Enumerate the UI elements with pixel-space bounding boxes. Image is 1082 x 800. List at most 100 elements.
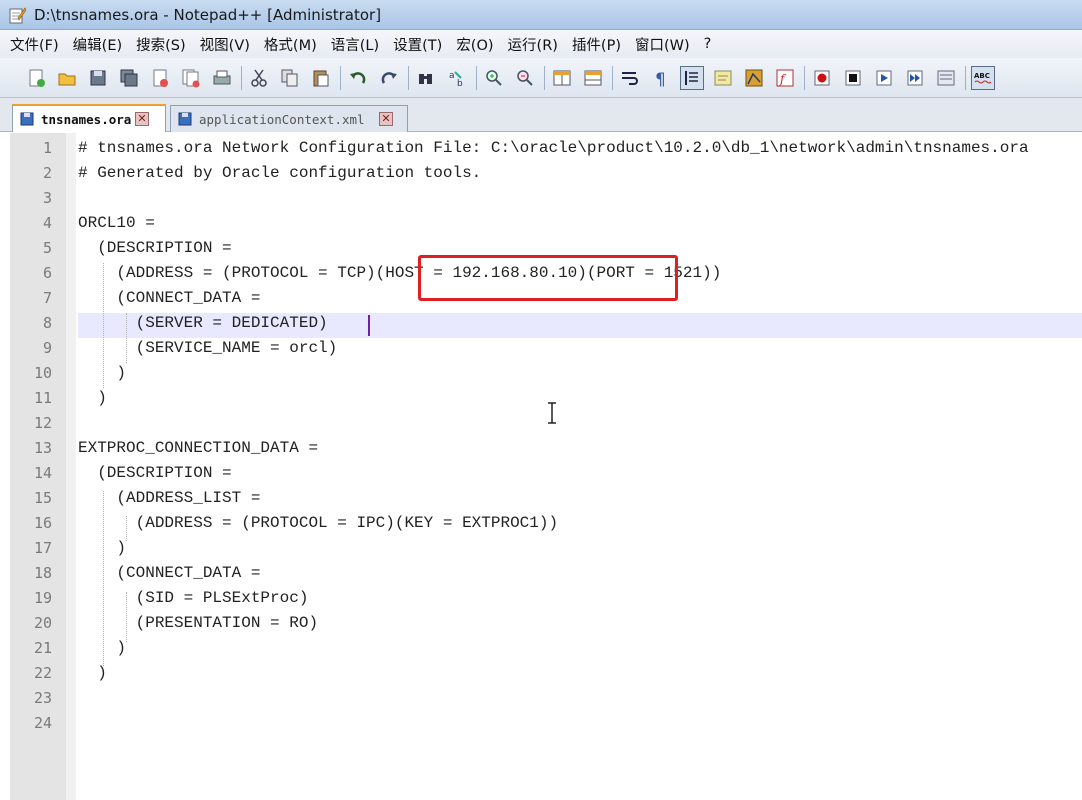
code-line[interactable]: (ADDRESS = (PROTOCOL = IPC)(KEY = EXTPRO… (78, 511, 558, 536)
toolbar-separator (544, 65, 545, 90)
user-lang-icon[interactable] (711, 66, 735, 90)
svg-text:a: a (449, 71, 455, 81)
line-number: 10 (33, 364, 52, 382)
code-line[interactable]: (PRESENTATION = RO) (78, 611, 318, 636)
window-title: D:\tnsnames.ora - Notepad++ [Administrat… (34, 5, 382, 24)
spellcheck-icon[interactable]: ABC (971, 65, 995, 90)
line-number: 9 (42, 339, 52, 357)
line-number: 15 (33, 489, 52, 507)
paste-icon[interactable] (309, 66, 333, 90)
line-number: 22 (33, 664, 52, 682)
code-line[interactable]: # Generated by Oracle configuration tool… (78, 161, 481, 186)
title-bar: D:\tnsnames.ora - Notepad++ [Administrat… (0, 0, 1082, 30)
open-file-icon[interactable] (55, 66, 79, 90)
sync-vertical-icon[interactable] (550, 66, 574, 90)
text-caret (368, 315, 370, 336)
toolbar: ab ¶ f ABC (0, 58, 1082, 98)
code-line[interactable]: # tnsnames.ora Network Configuration Fil… (78, 136, 1029, 161)
code-line[interactable]: ) (78, 361, 126, 386)
word-wrap-icon[interactable] (618, 66, 642, 90)
code-line[interactable]: (ADDRESS_LIST = (78, 486, 260, 511)
notepad-plus-plus-icon (9, 6, 26, 23)
save-macro-icon[interactable] (934, 66, 958, 90)
code-line[interactable]: ORCL10 = (78, 211, 155, 236)
code-line[interactable]: (DESCRIPTION = (78, 461, 231, 486)
play-macro-icon[interactable] (872, 66, 896, 90)
print-icon[interactable] (210, 66, 234, 90)
line-number: 20 (33, 614, 52, 632)
new-file-icon[interactable] (24, 66, 48, 90)
zoom-in-icon[interactable] (482, 66, 506, 90)
menu-search[interactable]: 搜索(S) (136, 34, 186, 55)
save-icon[interactable] (86, 66, 110, 90)
close-all-icon[interactable] (179, 66, 203, 90)
line-number: 19 (33, 589, 52, 607)
line-number: 13 (33, 439, 52, 457)
close-tab-icon[interactable]: ✕ (379, 112, 393, 126)
line-number: 11 (33, 389, 52, 407)
tab-label: applicationContext.xml (199, 111, 365, 127)
line-number: 14 (33, 464, 52, 482)
code-line[interactable]: (SERVER = DEDICATED) (78, 311, 328, 336)
replace-icon[interactable]: ab (445, 66, 469, 90)
undo-icon[interactable] (346, 66, 370, 90)
code-line[interactable]: (DESCRIPTION = (78, 236, 231, 261)
close-icon[interactable] (148, 66, 172, 90)
toolbar-separator (965, 65, 966, 90)
tab-applicationcontext[interactable]: applicationContext.xml ✕ (170, 105, 408, 132)
close-tab-icon[interactable]: ✕ (135, 112, 149, 126)
line-number: 1 (42, 139, 52, 157)
stop-macro-icon[interactable] (841, 66, 865, 90)
line-number: 3 (42, 189, 52, 207)
function-list-icon[interactable]: f (773, 66, 797, 90)
code-line[interactable]: EXTPROC_CONNECTION_DATA = (78, 436, 318, 461)
menu-bar: 文件(F) 编辑(E) 搜索(S) 视图(V) 格式(M) 语言(L) 设置(T… (0, 30, 1082, 58)
run-macro-multiple-icon[interactable] (903, 66, 927, 90)
code-line[interactable]: ) (78, 536, 126, 561)
copy-icon[interactable] (278, 66, 302, 90)
saved-file-icon (178, 112, 192, 126)
indent-guide (126, 592, 127, 642)
menu-help[interactable]: ? (704, 36, 712, 52)
redo-icon[interactable] (377, 66, 401, 90)
menu-format[interactable]: 格式(M) (264, 34, 317, 55)
toolbar-separator (241, 65, 242, 90)
menu-plugins[interactable]: 插件(P) (572, 34, 621, 55)
indent-guide (103, 263, 104, 388)
menu-window[interactable]: 窗口(W) (635, 34, 690, 55)
cut-icon[interactable] (247, 66, 271, 90)
sync-horizontal-icon[interactable] (581, 66, 605, 90)
code-line[interactable]: (SID = PLSExtProc) (78, 586, 309, 611)
show-all-chars-icon[interactable]: ¶ (649, 66, 673, 90)
line-number: 24 (33, 714, 52, 732)
toolbar-separator (612, 65, 613, 90)
zoom-out-icon[interactable] (513, 66, 537, 90)
line-number: 18 (33, 564, 52, 582)
tab-bar: tnsnames.ora ✕ applicationContext.xml ✕ (0, 98, 1082, 132)
save-all-icon[interactable] (117, 66, 141, 90)
tab-tnsnames[interactable]: tnsnames.ora ✕ (12, 104, 166, 132)
menu-settings[interactable]: 设置(T) (393, 34, 442, 55)
fold-margin (66, 133, 76, 800)
indent-guide-icon[interactable] (680, 65, 704, 90)
doc-map-icon[interactable] (742, 66, 766, 90)
line-number: 16 (33, 514, 52, 532)
code-line[interactable]: (CONNECT_DATA = (78, 286, 260, 311)
editor[interactable]: 1 2 3 4 5 6 7 8 9 10 11 12 13 14 15 16 17 18 19 20 21 22 23 24 … (0, 133, 1082, 800)
line-number: 6 (42, 264, 52, 282)
menu-view[interactable]: 视图(V) (200, 34, 250, 55)
indent-guide (126, 516, 127, 541)
menu-file[interactable]: 文件(F) (10, 34, 59, 55)
find-icon[interactable] (414, 66, 438, 90)
host-annotation-box (418, 255, 678, 301)
menu-language[interactable]: 语言(L) (331, 34, 379, 55)
code-line[interactable]: ) (78, 386, 107, 411)
indent-guide (126, 313, 127, 363)
code-line[interactable]: (SERVICE_NAME = orcl) (78, 336, 338, 361)
menu-macro[interactable]: 宏(O) (456, 34, 493, 55)
record-macro-icon[interactable] (810, 66, 834, 90)
menu-edit[interactable]: 编辑(E) (73, 34, 122, 55)
menu-run[interactable]: 运行(R) (508, 34, 558, 55)
code-line[interactable]: ) (78, 636, 126, 661)
code-line[interactable]: (CONNECT_DATA = (78, 561, 260, 586)
